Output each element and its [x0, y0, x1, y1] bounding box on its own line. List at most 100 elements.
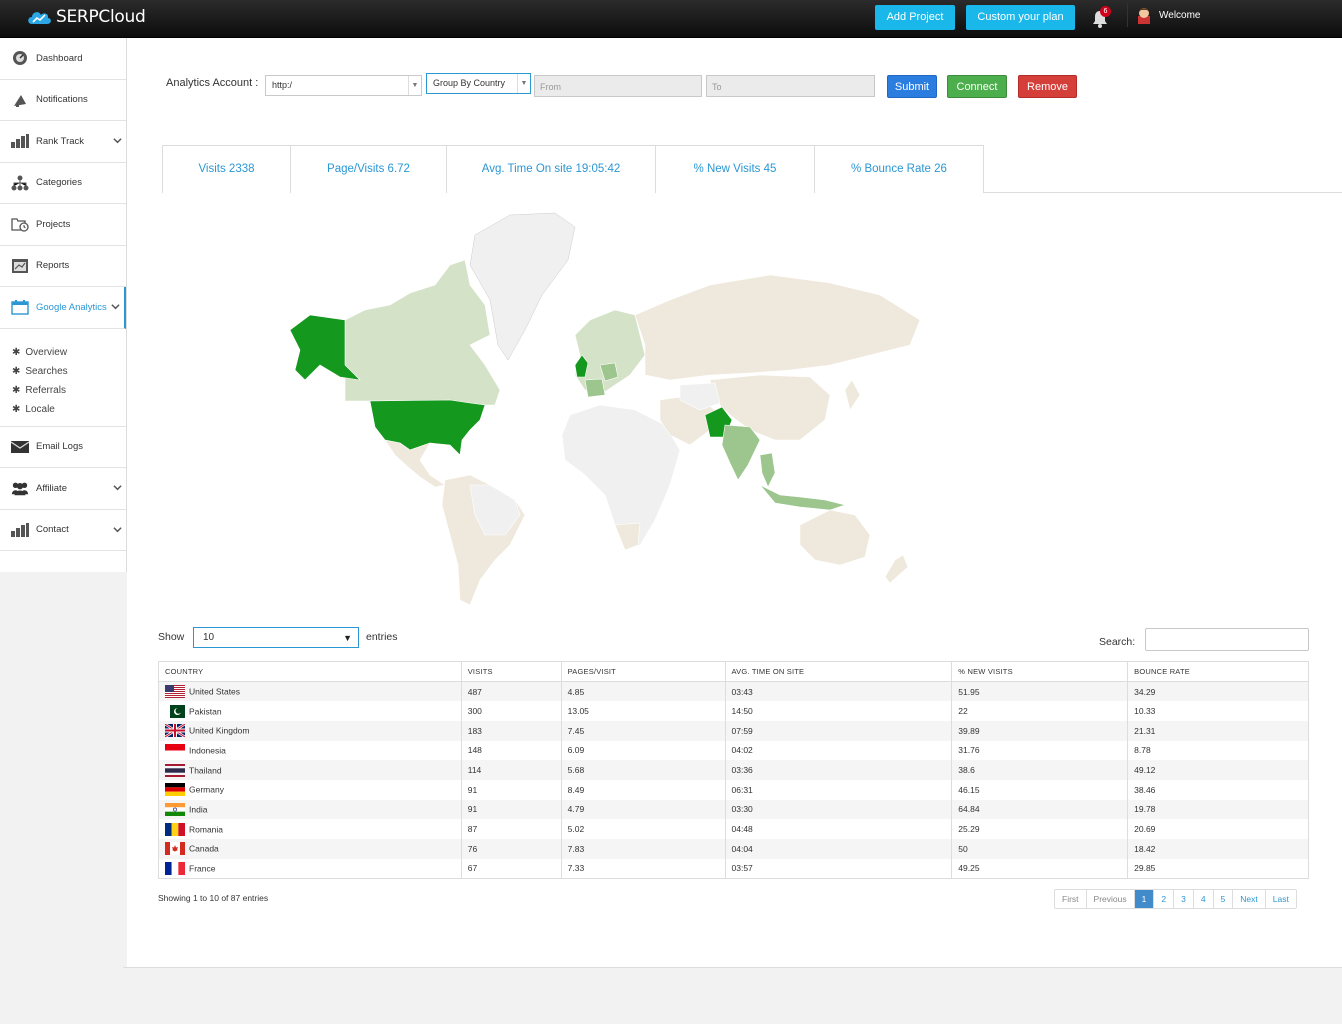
connect-button[interactable]: Connect — [947, 75, 1007, 98]
table-row[interactable]: France 67 7.33 03:57 49.25 29.85 — [158, 858, 1309, 879]
cell-visits: 487 — [460, 681, 562, 702]
remove-button[interactable]: Remove — [1018, 75, 1077, 98]
submenu-locale[interactable]: ✱ Locale — [12, 400, 126, 419]
analytics-account-select[interactable]: http:/ ▼ — [265, 75, 422, 96]
table-row[interactable]: United Kingdom 183 7.45 07:59 39.89 21.31 — [158, 720, 1309, 741]
table-row[interactable]: Pakistan 300 13.05 14:50 22 10.33 — [158, 701, 1309, 721]
cell-country: France — [158, 858, 462, 879]
table-row[interactable]: Romania 87 5.02 04:48 25.29 20.69 — [158, 819, 1309, 839]
map-indonesia[interactable] — [759, 484, 847, 511]
sidebar-item-dashboard[interactable]: Dashboard — [0, 38, 126, 80]
cell-new-visits: 31.76 — [951, 740, 1129, 761]
cell-new-visits: 51.95 — [951, 681, 1129, 702]
flag-th-icon — [165, 763, 185, 777]
map-russia[interactable] — [634, 274, 921, 381]
column-header[interactable]: PAGES/VISIT — [560, 661, 726, 682]
sidebar-item-categories[interactable]: Categories — [0, 163, 126, 204]
submenu-referrals[interactable]: ✱ Referrals — [12, 381, 126, 400]
sidebar-item-reports[interactable]: Reports — [0, 246, 126, 287]
map-south-africa[interactable] — [614, 522, 641, 551]
envelope-icon — [11, 440, 29, 453]
map-france[interactable] — [584, 378, 606, 398]
sidebar: Dashboard Notifications Rank Track Categ… — [0, 38, 127, 572]
sidebar-item-label: Email Logs — [36, 441, 83, 453]
column-header[interactable]: AVG. TIME ON SITE — [724, 661, 953, 682]
sidebar-item-rank-track[interactable]: Rank Track — [0, 121, 126, 163]
stat-visits[interactable]: Visits 2338 — [162, 145, 291, 193]
column-header[interactable]: BOUNCE RATE — [1127, 661, 1309, 682]
search-input[interactable] — [1145, 628, 1309, 651]
map-greenland[interactable] — [469, 212, 576, 361]
column-header[interactable]: % NEW VISITS — [951, 661, 1129, 682]
page-1[interactable]: 1 — [1134, 890, 1155, 908]
cell-bounce-rate: 38.46 — [1127, 779, 1309, 800]
entries-select[interactable]: 10 ▼ — [193, 627, 359, 648]
sidebar-item-projects[interactable]: Projects — [0, 204, 126, 246]
sidebar-item-notifications[interactable]: Notifications — [0, 80, 126, 121]
map-canada[interactable] — [344, 259, 501, 406]
table-row[interactable]: Canada 76 7.83 04:04 50 18.42 — [158, 839, 1309, 859]
cell-avg-time: 04:04 — [724, 839, 953, 859]
country-name: Canada — [189, 843, 219, 854]
sidebar-item-affiliate[interactable]: Affiliate — [0, 468, 126, 510]
map-japan[interactable] — [844, 379, 861, 411]
top-bar: SERPCloud Add Project Custom your plan 6… — [0, 0, 1342, 38]
cell-bounce-rate: 49.12 — [1127, 760, 1309, 780]
calendar-icon — [11, 300, 29, 315]
from-date-input[interactable]: From — [534, 75, 702, 97]
group-by-select[interactable]: Group By Country ▼ — [426, 73, 531, 94]
cell-new-visits: 39.89 — [951, 720, 1129, 741]
cell-visits: 91 — [460, 799, 562, 820]
table-row[interactable]: United States 487 4.85 03:43 51.95 34.29 — [158, 681, 1309, 702]
cell-country: Pakistan — [158, 701, 462, 721]
submenu-label: Searches — [25, 365, 68, 377]
stat-bounce-rate[interactable]: % Bounce Rate 26 — [814, 145, 984, 193]
add-project-button[interactable]: Add Project — [875, 5, 955, 30]
table-row[interactable]: Indonesia 148 6.09 04:02 31.76 8.78 — [158, 740, 1309, 761]
page-5[interactable]: 5 — [1214, 890, 1234, 908]
cell-visits: 114 — [460, 760, 562, 780]
country-name: United Kingdom — [189, 725, 250, 736]
map-thailand[interactable] — [759, 452, 776, 488]
cell-pages-visit: 7.83 — [560, 839, 726, 859]
table-row[interactable]: Germany 91 8.49 06:31 46.15 38.46 — [158, 779, 1309, 800]
cell-pages-visit: 5.02 — [560, 819, 726, 839]
sidebar-item-email-logs[interactable]: Email Logs — [0, 427, 126, 468]
user-menu[interactable]: Welcome — [1127, 3, 1327, 27]
cell-country: Indonesia — [158, 740, 462, 761]
submenu-overview[interactable]: ✱ Overview — [12, 343, 126, 362]
custom-plan-button[interactable]: Custom your plan — [966, 5, 1075, 30]
select-value: http:/ — [272, 80, 293, 90]
logo[interactable]: SERPCloud — [26, 7, 146, 27]
country-name: India — [189, 804, 208, 815]
page-4[interactable]: 4 — [1194, 890, 1214, 908]
submenu-searches[interactable]: ✱ Searches — [12, 362, 126, 381]
world-map[interactable] — [270, 205, 930, 610]
page-previous[interactable]: Previous — [1087, 890, 1135, 908]
table-row[interactable]: India 91 4.79 03:30 64.84 19.78 — [158, 799, 1309, 820]
cell-country: Germany — [158, 779, 462, 800]
page-next[interactable]: Next — [1233, 890, 1266, 908]
cell-pages-visit: 4.85 — [560, 681, 726, 702]
map-india[interactable] — [721, 424, 761, 481]
cell-new-visits: 49.25 — [951, 858, 1129, 879]
table-row[interactable]: Thailand 114 5.68 03:36 38.6 49.12 — [158, 760, 1309, 780]
to-date-input[interactable]: To — [706, 75, 875, 97]
sidebar-item-google-analytics[interactable]: Google Analytics — [0, 287, 126, 329]
sidebar-item-label: Reports — [36, 260, 70, 272]
column-header[interactable]: COUNTRY — [158, 661, 462, 682]
column-header[interactable]: VISITS — [460, 661, 562, 682]
submit-button[interactable]: Submit — [887, 75, 937, 98]
stat-avg-time[interactable]: Avg. Time On site 19:05:42 — [446, 145, 656, 193]
cell-bounce-rate: 21.31 — [1127, 720, 1309, 741]
stat-new-visits[interactable]: % New Visits 45 — [655, 145, 815, 193]
map-new-zealand[interactable] — [884, 554, 909, 584]
page-3[interactable]: 3 — [1174, 890, 1194, 908]
map-australia[interactable] — [799, 509, 871, 566]
page-first[interactable]: First — [1055, 890, 1087, 908]
footer-area — [123, 967, 1342, 1024]
sidebar-item-contact[interactable]: Contact — [0, 510, 126, 551]
page-2[interactable]: 2 — [1154, 890, 1175, 908]
page-last[interactable]: Last — [1266, 890, 1296, 908]
stat-page-visits[interactable]: Page/Visits 6.72 — [290, 145, 447, 193]
